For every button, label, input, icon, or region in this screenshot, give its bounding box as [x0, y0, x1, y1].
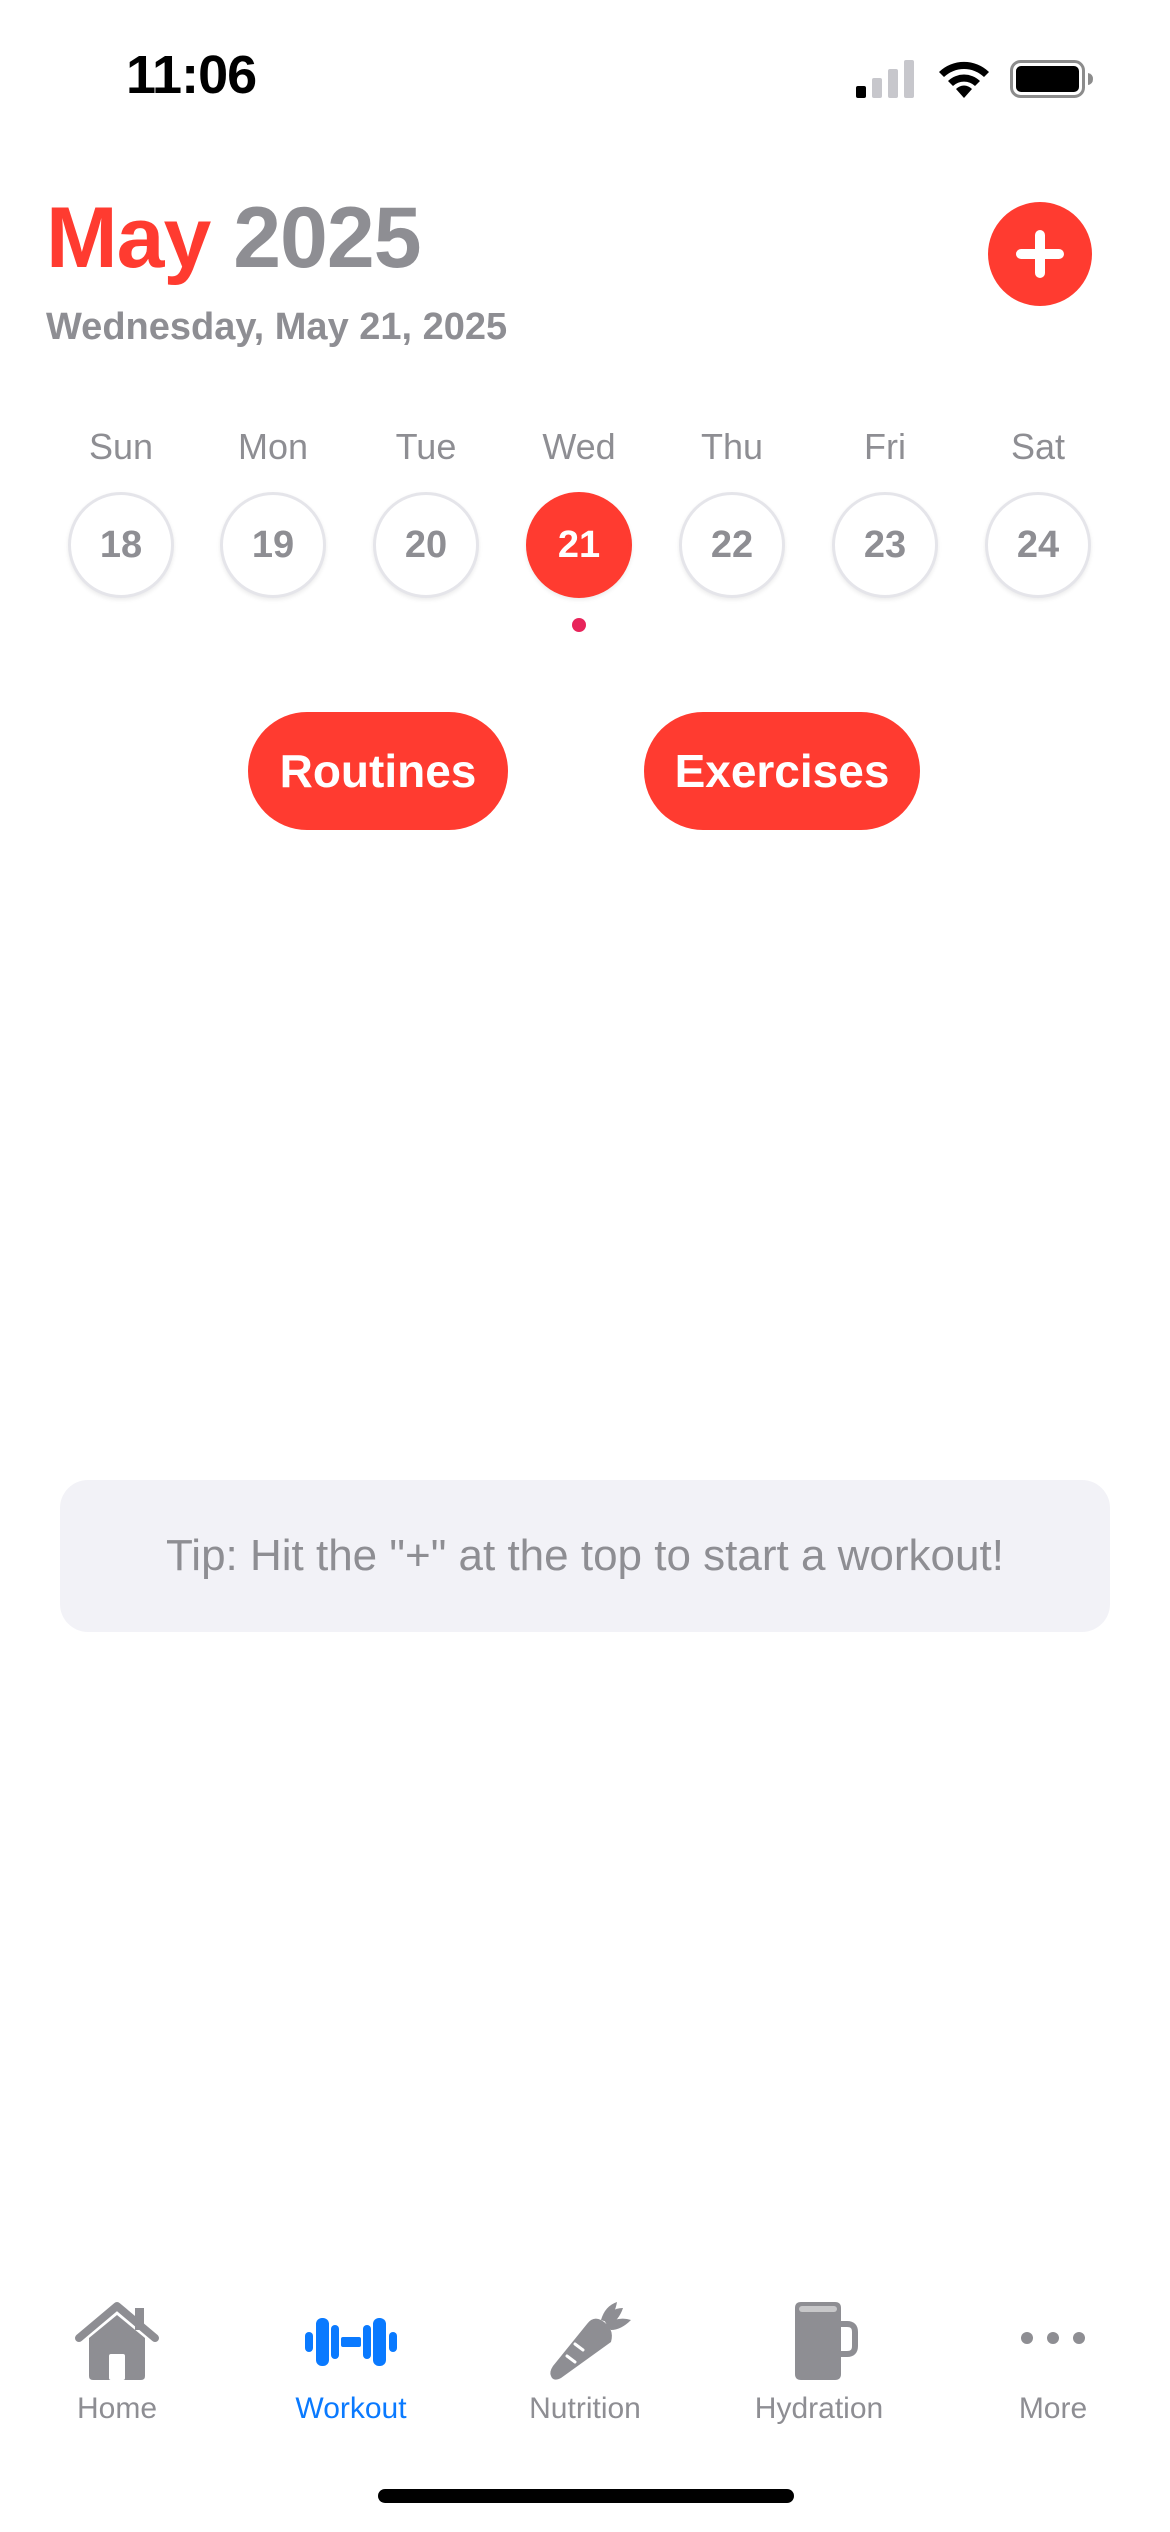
- tab-label: More: [1018, 2392, 1088, 2425]
- routines-button[interactable]: Routines: [248, 712, 508, 830]
- day-name: Sun: [88, 426, 154, 467]
- day-fri[interactable]: Fri 23: [825, 420, 945, 598]
- month-label: May: [46, 190, 211, 286]
- day-circle[interactable]: 22: [679, 492, 785, 598]
- year-label: 2025: [233, 190, 421, 286]
- plus-icon: [1016, 230, 1064, 278]
- day-circle[interactable]: 23: [832, 492, 938, 598]
- day-number: 19: [251, 524, 295, 566]
- house-icon: [75, 2302, 159, 2380]
- status-bar: 11:06: [0, 0, 1170, 150]
- day-name: Thu: [700, 426, 764, 467]
- add-workout-button[interactable]: [988, 202, 1092, 306]
- tab-workout[interactable]: Workout: [234, 2270, 468, 2430]
- tab-label: Hydration: [754, 2392, 884, 2425]
- day-name: Fri: [864, 426, 906, 467]
- day-sun[interactable]: Sun 18: [61, 420, 181, 598]
- day-sat[interactable]: Sat 24: [978, 420, 1098, 598]
- day-circle-selected[interactable]: 21: [526, 492, 632, 598]
- day-number: 22: [710, 524, 754, 566]
- day-thu[interactable]: Thu 22: [672, 420, 792, 598]
- day-tue[interactable]: Tue 20: [366, 420, 486, 598]
- day-number: 23: [863, 524, 907, 566]
- battery-icon: [1010, 60, 1093, 98]
- day-name: Sat: [1010, 426, 1066, 467]
- ellipsis-icon: [1021, 2332, 1085, 2344]
- day-name: Mon: [237, 426, 309, 467]
- day-circle[interactable]: 24: [985, 492, 1091, 598]
- status-time: 11:06: [126, 45, 257, 105]
- day-name: Wed: [542, 426, 616, 467]
- tab-label: Nutrition: [529, 2392, 641, 2425]
- day-name: Tue: [395, 426, 457, 467]
- cellular-signal-icon: [856, 60, 914, 98]
- today-indicator-dot: [572, 618, 586, 632]
- day-wed[interactable]: Wed 21: [519, 420, 639, 632]
- carrot-icon: [550, 2302, 631, 2380]
- mug-icon: [795, 2302, 858, 2380]
- tab-home[interactable]: Home: [0, 2270, 234, 2430]
- exercises-button[interactable]: Exercises: [644, 712, 920, 830]
- selected-date-label: Wednesday, May 21, 2025: [46, 306, 508, 348]
- day-number: 21: [557, 524, 601, 566]
- day-number: 24: [1016, 524, 1060, 566]
- tab-more[interactable]: More: [936, 2270, 1170, 2430]
- tab-label: Workout: [295, 2392, 407, 2425]
- day-circle[interactable]: 18: [68, 492, 174, 598]
- day-number: 18: [99, 524, 143, 566]
- tab-hydration[interactable]: Hydration: [702, 2270, 936, 2430]
- tab-bar: Home Workout Nutrition Hydration More: [0, 2270, 1170, 2470]
- tab-label: Home: [76, 2392, 158, 2425]
- day-circle[interactable]: 19: [220, 492, 326, 598]
- day-mon[interactable]: Mon 19: [213, 420, 333, 598]
- wifi-icon: [939, 61, 989, 98]
- dumbbell-icon: [305, 2318, 397, 2366]
- month-year-title: May 2025: [46, 188, 422, 288]
- tab-nutrition[interactable]: Nutrition: [468, 2270, 702, 2430]
- tip-banner: Tip: Hit the "+" at the top to start a w…: [60, 1480, 1110, 1632]
- day-number: 20: [404, 524, 448, 566]
- home-indicator: [378, 2489, 794, 2503]
- day-circle[interactable]: 20: [373, 492, 479, 598]
- week-day-selector: Sun 18 Mon 19 Tue 20 Wed 21 Thu 22 Fri 2…: [0, 420, 1170, 650]
